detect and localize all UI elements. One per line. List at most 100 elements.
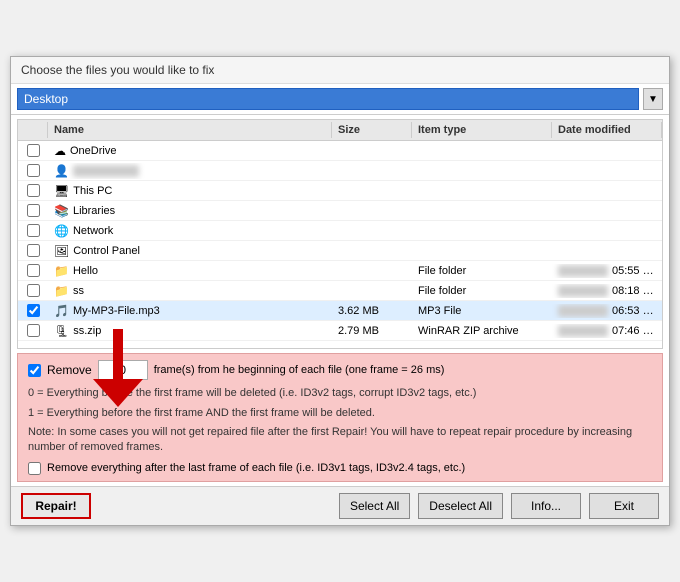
remove-suffix: frame(s) from he beginning of each file … xyxy=(154,364,445,376)
file-date-ss: XXXXXXX08:18 PM xyxy=(552,284,662,298)
table-row: 📚Libraries xyxy=(18,201,662,221)
file-checkbox-user[interactable] xyxy=(27,164,40,177)
select-all-button[interactable]: Select All xyxy=(339,493,410,519)
file-icon-network: 🌐 xyxy=(54,224,69,238)
col-check xyxy=(18,122,48,138)
col-size: Size xyxy=(332,122,412,138)
file-type-hello: File folder xyxy=(412,264,552,278)
file-date-zip: XXXXXXX07:46 PM xyxy=(552,324,662,338)
table-row: 📁Hello File folderXXXXXXX05:55 PM xyxy=(18,261,662,281)
file-icon-user: 👤 xyxy=(54,164,69,178)
file-size-hello xyxy=(332,270,412,272)
file-icon-ss: 📁 xyxy=(54,284,69,298)
file-name-thispc: 🖥This PC xyxy=(48,183,332,199)
file-name-user: 👤XXXXXXXXX xyxy=(48,163,332,179)
file-date-controlpanel xyxy=(552,250,662,252)
file-size-onedrive xyxy=(332,150,412,152)
remove-frames-input[interactable] xyxy=(98,360,148,380)
main-dialog: Choose the files you would like to fix ▼… xyxy=(10,56,670,526)
col-date: Date modified xyxy=(552,122,662,138)
table-row: 🖼Control Panel xyxy=(18,241,662,261)
location-dropdown-button[interactable]: ▼ xyxy=(643,88,663,110)
remove-label: Remove xyxy=(47,363,92,377)
file-checkbox-controlpanel[interactable] xyxy=(27,244,40,257)
file-type-onedrive xyxy=(412,150,552,152)
file-checkbox-ss[interactable] xyxy=(27,284,40,297)
file-size-controlpanel xyxy=(332,250,412,252)
table-row: 🗜ss.zip2.79 MBWinRAR ZIP archiveXXXXXXX0… xyxy=(18,321,662,341)
file-checkbox-hello[interactable] xyxy=(27,264,40,277)
file-date-hello: XXXXXXX05:55 PM xyxy=(552,264,662,278)
file-icon-libraries: 📚 xyxy=(54,204,69,218)
file-size-ss xyxy=(332,290,412,292)
file-name-network: 🌐Network xyxy=(48,223,332,239)
file-icon-hello: 📁 xyxy=(54,264,69,278)
file-date-onedrive xyxy=(552,150,662,152)
location-input[interactable] xyxy=(17,88,639,110)
file-type-user xyxy=(412,170,552,172)
file-list-container: Name Size Item type Date modified ☁OneDr… xyxy=(17,119,663,349)
file-type-mp3: MP3 File xyxy=(412,304,552,318)
file-date-user xyxy=(552,170,662,172)
file-rows: ☁OneDrive 👤XXXXXXXXX 🖥This PC 📚Libraries 🌐Ne… xyxy=(18,141,662,341)
file-name-libraries: 📚Libraries xyxy=(48,203,332,219)
info-text-2: 1 = Everything before the first frame AN… xyxy=(28,406,652,421)
info-text-1: 0 = Everything before the first frame wi… xyxy=(28,386,652,401)
deselect-all-button[interactable]: Deselect All xyxy=(418,493,503,519)
file-icon-controlpanel: 🖼 xyxy=(54,244,69,258)
file-size-user xyxy=(332,170,412,172)
file-type-thispc xyxy=(412,190,552,192)
file-type-network xyxy=(412,230,552,232)
options-section: Remove frame(s) from he beginning of eac… xyxy=(17,353,663,482)
info-button[interactable]: Info... xyxy=(511,493,581,519)
file-type-libraries xyxy=(412,210,552,212)
file-list-header: Name Size Item type Date modified xyxy=(18,120,662,141)
file-name-zip: 🗜ss.zip xyxy=(48,323,332,339)
file-date-thispc xyxy=(552,190,662,192)
file-icon-mp3: 🎵 xyxy=(54,304,69,318)
file-name-onedrive: ☁OneDrive xyxy=(48,143,332,159)
file-size-network xyxy=(332,230,412,232)
file-type-controlpanel xyxy=(412,250,552,252)
col-type: Item type xyxy=(412,122,552,138)
file-date-mp3: XXXXXXX06:53 PM xyxy=(552,304,662,318)
table-row: 👤XXXXXXXXX xyxy=(18,161,662,181)
remove-last-checkbox[interactable] xyxy=(28,462,41,475)
file-type-ss: File folder xyxy=(412,284,552,298)
note-text: Note: In some cases you will not get rep… xyxy=(28,425,652,456)
location-bar: ▼ xyxy=(11,84,669,115)
file-name-ss: 📁ss xyxy=(48,283,332,299)
file-checkbox-libraries[interactable] xyxy=(27,204,40,217)
remove-row: Remove frame(s) from he beginning of eac… xyxy=(28,360,652,380)
file-date-libraries xyxy=(552,210,662,212)
col-name: Name xyxy=(48,122,332,138)
file-name-hello: 📁Hello xyxy=(48,263,332,279)
file-icon-thispc: 🖥 xyxy=(54,184,69,198)
file-name-mp3: 🎵My-MP3-File.mp3 xyxy=(48,303,332,319)
file-checkbox-zip[interactable] xyxy=(27,324,40,337)
remove-checkbox[interactable] xyxy=(28,364,41,377)
file-size-libraries xyxy=(332,210,412,212)
file-checkbox-onedrive[interactable] xyxy=(27,144,40,157)
remove-last-row: Remove everything after the last frame o… xyxy=(28,462,652,475)
file-icon-onedrive: ☁ xyxy=(54,144,66,158)
exit-button[interactable]: Exit xyxy=(589,493,659,519)
file-checkbox-thispc[interactable] xyxy=(27,184,40,197)
table-row: 🖥This PC xyxy=(18,181,662,201)
file-date-network xyxy=(552,230,662,232)
file-name-controlpanel: 🖼Control Panel xyxy=(48,243,332,259)
file-size-thispc xyxy=(332,190,412,192)
file-checkbox-network[interactable] xyxy=(27,224,40,237)
file-size-zip: 2.79 MB xyxy=(332,324,412,338)
file-type-zip: WinRAR ZIP archive xyxy=(412,324,552,338)
dialog-title: Choose the files you would like to fix xyxy=(11,57,669,84)
file-checkbox-mp3[interactable] xyxy=(27,304,40,317)
repair-button[interactable]: Repair! xyxy=(21,493,91,519)
table-row: 📁ss File folderXXXXXXX08:18 PM xyxy=(18,281,662,301)
bottom-buttons: Repair! Select All Deselect All Info... … xyxy=(11,486,669,525)
file-icon-zip: 🗜 xyxy=(54,324,69,338)
table-row: ☁OneDrive xyxy=(18,141,662,161)
remove-last-label: Remove everything after the last frame o… xyxy=(47,462,465,474)
table-row: 🎵My-MP3-File.mp33.62 MBMP3 FileXXXXXXX06… xyxy=(18,301,662,321)
file-size-mp3: 3.62 MB xyxy=(332,304,412,318)
